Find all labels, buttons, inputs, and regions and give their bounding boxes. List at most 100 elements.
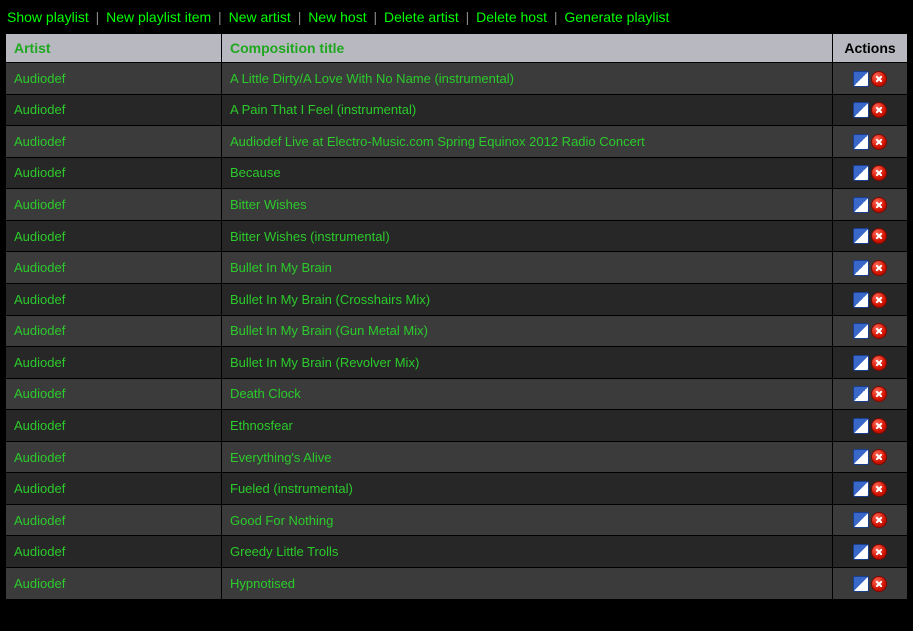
table-row: Audiodef Bitter Wishes (instrumental) — [6, 221, 907, 252]
nav-new-host[interactable]: New host — [308, 9, 366, 25]
title-link[interactable]: Because — [230, 165, 281, 180]
artist-link[interactable]: Audiodef — [14, 355, 65, 370]
top-nav: Show playlist | New playlist item | New … — [5, 5, 908, 33]
nav-generate-playlist[interactable]: Generate playlist — [564, 9, 669, 25]
title-link[interactable]: Bullet In My Brain (Revolver Mix) — [230, 355, 419, 370]
artist-link[interactable]: Audiodef — [14, 260, 65, 275]
col-header-artist[interactable]: Artist — [6, 34, 221, 62]
delete-icon[interactable] — [871, 197, 887, 213]
cell-artist: Audiodef — [6, 252, 221, 283]
title-link[interactable]: Ethnosfear — [230, 418, 293, 433]
delete-icon[interactable] — [871, 165, 887, 181]
title-link[interactable]: Death Clock — [230, 386, 301, 401]
edit-icon[interactable] — [853, 323, 869, 339]
edit-icon[interactable] — [853, 134, 869, 150]
edit-icon[interactable] — [853, 165, 869, 181]
cell-actions — [833, 221, 907, 252]
edit-icon[interactable] — [853, 544, 869, 560]
delete-icon[interactable] — [871, 134, 887, 150]
nav-show-playlist[interactable]: Show playlist — [7, 9, 89, 25]
artist-link[interactable]: Audiodef — [14, 323, 65, 338]
cell-title: Bullet In My Brain (Revolver Mix) — [222, 347, 832, 378]
nav-delete-artist[interactable]: Delete artist — [384, 9, 459, 25]
delete-icon[interactable] — [871, 481, 887, 497]
title-link[interactable]: Hypnotised — [230, 576, 295, 591]
title-link[interactable]: Bitter Wishes — [230, 197, 307, 212]
cell-title: Audiodef Live at Electro-Music.com Sprin… — [222, 126, 832, 157]
title-link[interactable]: Bitter Wishes (instrumental) — [230, 229, 390, 244]
nav-new-artist[interactable]: New artist — [229, 9, 291, 25]
edit-icon[interactable] — [853, 386, 869, 402]
artist-link[interactable]: Audiodef — [14, 544, 65, 559]
artist-link[interactable]: Audiodef — [14, 386, 65, 401]
cell-title: Bullet In My Brain (Crosshairs Mix) — [222, 284, 832, 315]
delete-icon[interactable] — [871, 418, 887, 434]
artist-link[interactable]: Audiodef — [14, 481, 65, 496]
cell-artist: Audiodef — [6, 410, 221, 441]
edit-icon[interactable] — [853, 228, 869, 244]
delete-icon[interactable] — [871, 102, 887, 118]
cell-title: A Little Dirty/A Love With No Name (inst… — [222, 63, 832, 94]
delete-icon[interactable] — [871, 71, 887, 87]
artist-link[interactable]: Audiodef — [14, 165, 65, 180]
edit-icon[interactable] — [853, 71, 869, 87]
edit-icon[interactable] — [853, 512, 869, 528]
cell-actions — [833, 63, 907, 94]
title-link[interactable]: Fueled (instrumental) — [230, 481, 353, 496]
edit-icon[interactable] — [853, 418, 869, 434]
artist-link[interactable]: Audiodef — [14, 71, 65, 86]
edit-icon[interactable] — [853, 260, 869, 276]
delete-icon[interactable] — [871, 323, 887, 339]
nav-new-playlist-item[interactable]: New playlist item — [106, 9, 211, 25]
title-link[interactable]: A Pain That I Feel (instrumental) — [230, 102, 416, 117]
edit-icon[interactable] — [853, 449, 869, 465]
cell-actions — [833, 95, 907, 126]
edit-icon[interactable] — [853, 355, 869, 371]
artist-link[interactable]: Audiodef — [14, 450, 65, 465]
title-link[interactable]: Bullet In My Brain (Crosshairs Mix) — [230, 292, 430, 307]
delete-icon[interactable] — [871, 576, 887, 592]
cell-artist: Audiodef — [6, 284, 221, 315]
table-row: Audiodef A Pain That I Feel (instrumental… — [6, 95, 907, 126]
cell-artist: Audiodef — [6, 473, 221, 504]
artist-link[interactable]: Audiodef — [14, 513, 65, 528]
delete-icon[interactable] — [871, 386, 887, 402]
table-row: Audiodef A Little Dirty/A Love With No Na… — [6, 63, 907, 94]
title-link[interactable]: Everything's Alive — [230, 450, 331, 465]
title-link[interactable]: A Little Dirty/A Love With No Name (inst… — [230, 71, 514, 86]
delete-icon[interactable] — [871, 355, 887, 371]
title-link[interactable]: Good For Nothing — [230, 513, 333, 528]
edit-icon[interactable] — [853, 102, 869, 118]
table-row: Audiodef Audiodef Live at Electro-Music.c… — [6, 126, 907, 157]
title-link[interactable]: Bullet In My Brain (Gun Metal Mix) — [230, 323, 428, 338]
artist-link[interactable]: Audiodef — [14, 418, 65, 433]
artist-link[interactable]: Audiodef — [14, 197, 65, 212]
edit-icon[interactable] — [853, 576, 869, 592]
artist-link[interactable]: Audiodef — [14, 229, 65, 244]
artist-link[interactable]: Audiodef — [14, 134, 65, 149]
edit-icon[interactable] — [853, 481, 869, 497]
cell-artist: Audiodef — [6, 347, 221, 378]
table-row: Audiodef Bullet In My Brain — [6, 252, 907, 283]
cell-actions — [833, 410, 907, 441]
title-link[interactable]: Audiodef Live at Electro-Music.com Sprin… — [230, 134, 645, 149]
artist-link[interactable]: Audiodef — [14, 292, 65, 307]
delete-icon[interactable] — [871, 544, 887, 560]
cell-title: A Pain That I Feel (instrumental) — [222, 95, 832, 126]
col-header-title[interactable]: Composition title — [222, 34, 832, 62]
delete-icon[interactable] — [871, 292, 887, 308]
delete-icon[interactable] — [871, 260, 887, 276]
delete-icon[interactable] — [871, 228, 887, 244]
artist-link[interactable]: Audiodef — [14, 576, 65, 591]
nav-delete-host[interactable]: Delete host — [476, 9, 547, 25]
title-link[interactable]: Greedy Little Trolls — [230, 544, 338, 559]
cell-actions — [833, 505, 907, 536]
edit-icon[interactable] — [853, 292, 869, 308]
cell-title: Because — [222, 158, 832, 189]
table-row: Audiodef Ethnosfear — [6, 410, 907, 441]
delete-icon[interactable] — [871, 512, 887, 528]
title-link[interactable]: Bullet In My Brain — [230, 260, 332, 275]
delete-icon[interactable] — [871, 449, 887, 465]
artist-link[interactable]: Audiodef — [14, 102, 65, 117]
edit-icon[interactable] — [853, 197, 869, 213]
